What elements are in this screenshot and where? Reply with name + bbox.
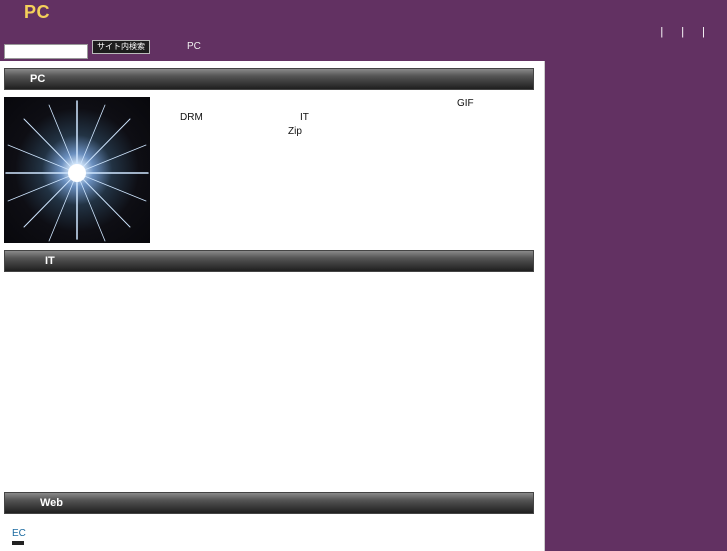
top-nav-separator: | (702, 26, 705, 38)
breadcrumb[interactable]: PC (187, 41, 201, 52)
section-header-it: IT (4, 250, 534, 272)
section-title: Web (40, 497, 64, 509)
starburst-image[interactable] (4, 97, 150, 243)
link-ec[interactable]: EC (12, 528, 26, 539)
text-it: IT (300, 112, 309, 123)
text-zip: Zip (288, 126, 302, 137)
section-title: IT (45, 255, 55, 267)
section-title: PC (30, 73, 46, 85)
site-logo[interactable]: PC (24, 2, 50, 23)
section-header-pc: PC (4, 68, 534, 90)
text-gif: GIF (457, 98, 474, 109)
text-drm: DRM (180, 112, 203, 123)
site-search-button[interactable]: サイト内検索 (92, 40, 150, 54)
cut-off-text (12, 541, 24, 545)
site-search-input[interactable] (4, 44, 88, 59)
top-nav: | | | (660, 26, 705, 38)
section-header-web: Web (4, 492, 534, 514)
main-content: PC GIF DRM IT Zip IT Web EC (0, 61, 545, 551)
top-nav-separator: | (681, 26, 685, 38)
top-nav-separator: | (660, 26, 664, 38)
